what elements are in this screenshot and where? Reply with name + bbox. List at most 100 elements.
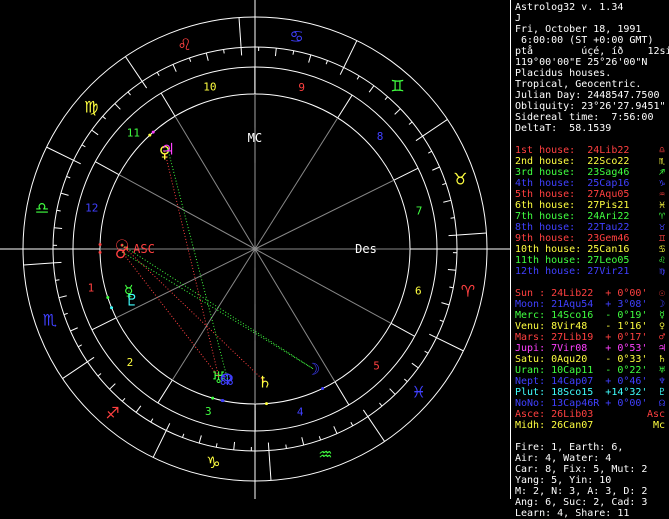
house-number: 1 bbox=[88, 281, 95, 294]
aspect-line bbox=[122, 245, 313, 369]
planet-row: Satu: 0Aqu20 - 0°33' bbox=[515, 354, 647, 365]
house-cusp-inner bbox=[255, 180, 394, 249]
degree-tick bbox=[451, 218, 455, 219]
degree-tick bbox=[319, 436, 320, 440]
house-row: 12th house: 27Vir21 bbox=[515, 266, 629, 277]
sign-division bbox=[269, 451, 271, 481]
house-cusp-inner bbox=[255, 249, 391, 323]
planet-glyph: ☊ bbox=[220, 370, 234, 389]
degree-tick bbox=[74, 160, 81, 164]
degree-tick bbox=[268, 443, 269, 451]
planet-glyph: ♄ bbox=[258, 373, 272, 392]
degree-tick bbox=[189, 58, 190, 62]
degree-tick bbox=[64, 313, 68, 314]
degree-tick bbox=[326, 60, 327, 64]
degree-tick bbox=[409, 122, 412, 125]
stats-line: M: 2, N: 3, A: 3, D: 2 bbox=[515, 486, 647, 497]
sign-glyph: ♉ bbox=[453, 170, 467, 189]
planet-row: Merc: 14Sco16 - 0°19' bbox=[515, 310, 647, 321]
house-number: 9 bbox=[298, 81, 305, 94]
house-sign-glyph: ♓ bbox=[659, 200, 665, 211]
header-line: Tropical, Geocentric. bbox=[515, 79, 641, 90]
house-row: 3rd house: 23Sag46 bbox=[515, 167, 629, 178]
stats-line: Air: 4, Water: 4 bbox=[515, 453, 611, 464]
degree-tick bbox=[206, 53, 208, 61]
planet-row-glyph: ♃ bbox=[659, 343, 665, 354]
house-row: 7th house: 24Ari22 bbox=[515, 211, 629, 222]
degree-tick bbox=[234, 442, 235, 450]
house-cusp bbox=[335, 382, 349, 405]
degree-tick bbox=[151, 419, 153, 422]
degree-tick bbox=[92, 130, 98, 135]
house-cusp bbox=[391, 323, 415, 336]
degree-tick bbox=[432, 167, 439, 170]
degree-tick bbox=[57, 210, 61, 211]
degree-tick bbox=[98, 373, 101, 376]
planet-marker bbox=[152, 131, 155, 134]
degree-tick bbox=[385, 97, 388, 100]
planet-row: Asce: 26Lib03 bbox=[515, 409, 605, 420]
house-row: 4th house: 25Cap16 bbox=[515, 178, 629, 189]
degree-tick bbox=[128, 92, 131, 95]
sign-division bbox=[457, 233, 487, 235]
house-cusp bbox=[92, 318, 116, 330]
degree-tick bbox=[440, 320, 444, 321]
house-cusp bbox=[338, 95, 352, 118]
degree-tick bbox=[70, 328, 77, 331]
planet-row: Jupi: 7Vir08 + 0°53' bbox=[515, 343, 647, 354]
sign-division bbox=[423, 119, 448, 136]
house-row: 8th house: 22Tau22 bbox=[515, 222, 629, 233]
planet-row-glyph: Mc bbox=[653, 420, 665, 431]
house-row: 10th house: 25Can16 bbox=[515, 244, 629, 255]
planet-marker bbox=[106, 296, 109, 299]
degree-tick bbox=[275, 48, 276, 56]
degree-tick bbox=[199, 435, 201, 443]
degree-tick bbox=[416, 136, 423, 140]
degree-tick bbox=[182, 434, 183, 438]
planet-row-glyph: ♇ bbox=[659, 387, 665, 398]
house-number: 12 bbox=[85, 201, 98, 214]
house-sign-glyph: ♌ bbox=[659, 255, 665, 266]
house-row: 11th house: 27Leo05 bbox=[515, 255, 629, 266]
degree-tick bbox=[136, 406, 141, 412]
degree-tick bbox=[87, 357, 94, 361]
house-number: 4 bbox=[297, 405, 304, 418]
house-number: 11 bbox=[127, 126, 140, 139]
descendant-label: Des bbox=[355, 242, 377, 256]
degree-tick bbox=[173, 64, 176, 71]
header-line: DeltaT: 58.1539 bbox=[515, 123, 611, 134]
sign-division bbox=[368, 417, 385, 442]
header-line: 6:00:00 (ST +0:00 GMT) bbox=[515, 35, 653, 46]
degree-tick bbox=[404, 379, 407, 382]
chart-wheel: ♈♉♊♋♌♍♎♏♐♑♒♓123456789101112☉☽☿♀♂♃♄♅♆♇☊AS… bbox=[0, 0, 510, 499]
planet-marker bbox=[99, 243, 102, 246]
degree-tick bbox=[340, 68, 344, 75]
house-row: 9th house: 23Gem46 bbox=[515, 233, 629, 244]
house-row: 2nd house: 22Sco22 bbox=[515, 156, 629, 167]
sign-division bbox=[436, 338, 463, 351]
sign-division bbox=[24, 263, 54, 265]
house-sign-glyph: ♉ bbox=[659, 222, 665, 233]
degree-tick bbox=[54, 228, 62, 229]
degree-tick bbox=[429, 334, 436, 338]
house-cusp-inner bbox=[255, 118, 338, 249]
header-line: Placidus houses. bbox=[515, 68, 611, 79]
planet-row-glyph: ♆ bbox=[659, 376, 665, 387]
degree-tick bbox=[363, 410, 367, 417]
sign-glyph: ♏ bbox=[43, 310, 57, 329]
sign-division bbox=[63, 362, 88, 379]
degree-tick bbox=[442, 183, 446, 184]
degree-tick bbox=[122, 398, 125, 401]
planet-marker bbox=[211, 397, 214, 400]
sign-glyph: ♍ bbox=[84, 97, 98, 116]
degree-tick bbox=[224, 49, 225, 53]
sign-division bbox=[125, 57, 142, 82]
house-cusp-inner bbox=[255, 249, 335, 382]
midheaven-label: MC bbox=[248, 131, 262, 145]
planet-row: Venu: 8Vir48 - 1°16' bbox=[515, 321, 647, 332]
sign-glyph: ♎ bbox=[35, 198, 49, 217]
header-line: J bbox=[515, 13, 521, 24]
house-cusp-inner bbox=[172, 249, 255, 380]
header-line: Fri, October 18, 1991 bbox=[515, 24, 641, 35]
house-sign-glyph: ♊ bbox=[659, 233, 665, 244]
